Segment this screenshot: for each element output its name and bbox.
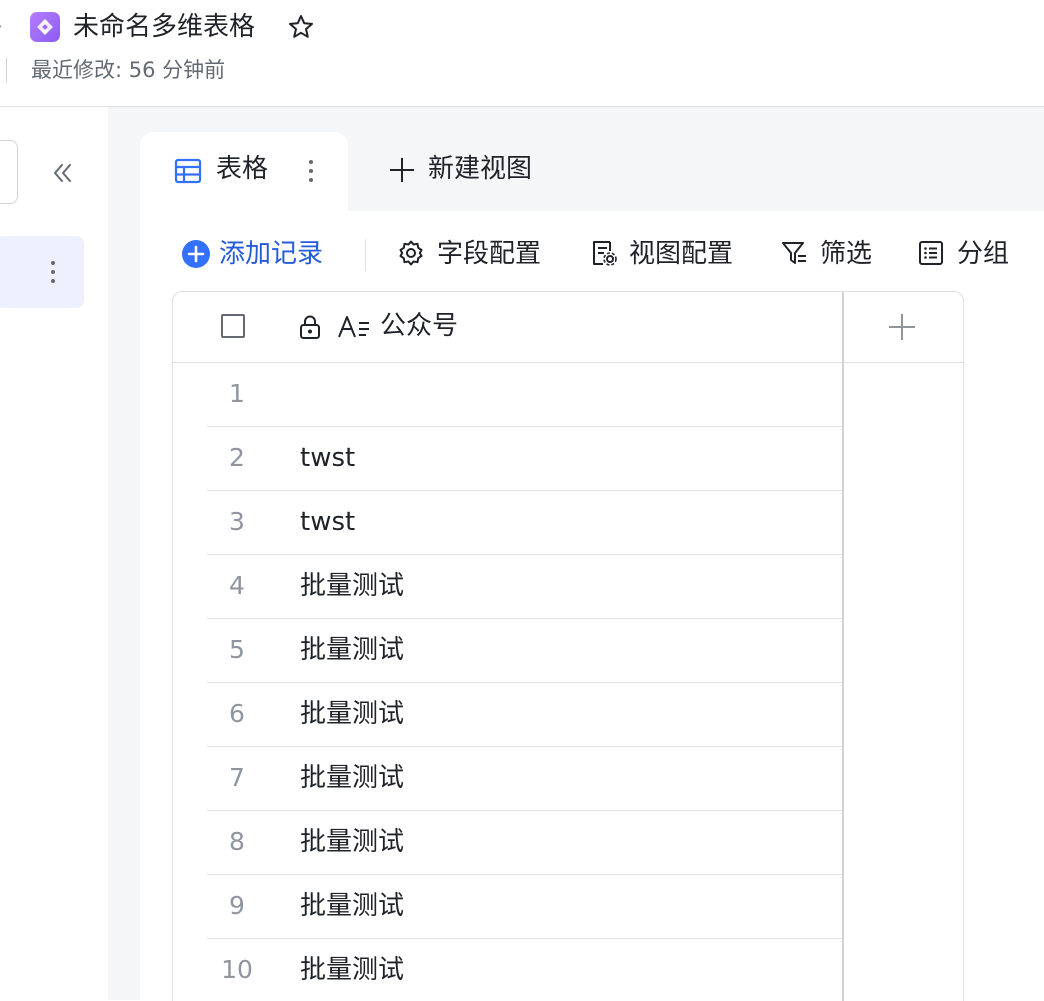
view-settings-icon (593, 241, 617, 266)
toolbar-divider (365, 239, 366, 271)
field-config-label: 字段配置 (437, 239, 542, 269)
filter-icon (782, 242, 806, 264)
view-config-label: 视图配置 (629, 239, 734, 269)
table-row[interactable]: 8 批量测试 (207, 810, 842, 875)
lock-icon (300, 315, 320, 339)
row-number: 5 (229, 635, 245, 664)
table-row[interactable]: 2 twst (207, 426, 842, 491)
text-field-icon (338, 316, 369, 338)
gear-icon (399, 240, 423, 266)
grid-header: 公众号 (173, 292, 963, 363)
cell-public-account[interactable]: 批量测试 (300, 825, 404, 859)
cell-public-account[interactable]: 批量测试 (300, 761, 404, 795)
data-grid: 公众号 1 2 twst 3 twst 4 批量测试 5 批量测试 6 批量测试… (172, 291, 964, 1001)
row-number: 6 (229, 699, 245, 728)
document-header: › 未命名多维表格 最近修改: 56 分钟前 (0, 0, 1044, 107)
row-number: 3 (229, 507, 245, 536)
document-title[interactable]: 未命名多维表格 (73, 10, 255, 44)
cell-public-account[interactable]: 批量测试 (300, 697, 404, 731)
row-number: 10 (221, 955, 253, 984)
toolbar: 添加记录 字段配置 视图配置 筛选 分组 (140, 211, 1044, 291)
table-row[interactable]: 4 批量测试 (207, 554, 842, 619)
star-icon[interactable] (287, 13, 315, 41)
table-icon (174, 158, 202, 184)
table-row[interactable]: 7 批量测试 (207, 746, 842, 811)
add-record-label: 添加记录 (219, 239, 324, 269)
table-row[interactable]: 5 批量测试 (207, 618, 842, 683)
view-panel: 添加记录 字段配置 视图配置 筛选 分组 公众号 1 2 twst 3 twst… (140, 211, 1044, 1001)
sidebar-search-input[interactable] (0, 140, 18, 204)
group-label: 分组 (957, 239, 1010, 269)
new-view-label: 新建视图 (428, 154, 533, 184)
table-row[interactable]: 10 批量测试 (207, 938, 842, 1001)
cell-public-account[interactable]: 批量测试 (300, 633, 404, 667)
more-vertical-icon[interactable] (304, 157, 318, 185)
table-row[interactable]: 1 (207, 362, 842, 427)
header-divider (6, 58, 7, 82)
row-number: 8 (229, 827, 245, 856)
filter-label: 筛选 (820, 239, 873, 269)
main-area: 表格 新建视图 添加记录 字段配置 视图配置 筛选 分组 公众号 1 2 tws… (108, 107, 1044, 1001)
last-modified-text: 最近修改: 56 分钟前 (31, 58, 226, 82)
cell-public-account[interactable]: 批量测试 (300, 569, 404, 603)
sidebar-item-table[interactable] (0, 236, 84, 308)
cell-public-account[interactable]: twst (300, 441, 355, 475)
row-number: 4 (229, 571, 245, 600)
row-number: 9 (229, 891, 245, 920)
add-column-plus-icon[interactable] (887, 312, 917, 342)
bitable-app-icon (30, 12, 60, 42)
column-header-name[interactable]: 公众号 (380, 309, 458, 343)
double-chevron-left-icon[interactable] (48, 159, 76, 187)
row-number: 2 (229, 443, 245, 472)
tab-label: 表格 (216, 154, 269, 184)
tab-table[interactable]: 表格 (140, 132, 348, 212)
row-number: 1 (229, 379, 245, 408)
row-number: 7 (229, 763, 245, 792)
cell-public-account[interactable]: 批量测试 (300, 889, 404, 923)
chevron-right-icon[interactable]: › (0, 15, 10, 39)
table-row[interactable]: 9 批量测试 (207, 874, 842, 939)
column-separator[interactable] (842, 292, 844, 1001)
sidebar (0, 107, 108, 1000)
select-all-checkbox[interactable] (221, 314, 245, 338)
table-row[interactable]: 3 twst (207, 490, 842, 555)
table-row[interactable]: 6 批量测试 (207, 682, 842, 747)
cell-public-account[interactable]: twst (300, 505, 355, 539)
plus-icon (390, 158, 414, 182)
more-vertical-icon[interactable] (46, 258, 60, 286)
group-icon (919, 241, 943, 265)
cell-public-account[interactable]: 批量测试 (300, 953, 404, 987)
add-circle-icon (182, 240, 210, 268)
